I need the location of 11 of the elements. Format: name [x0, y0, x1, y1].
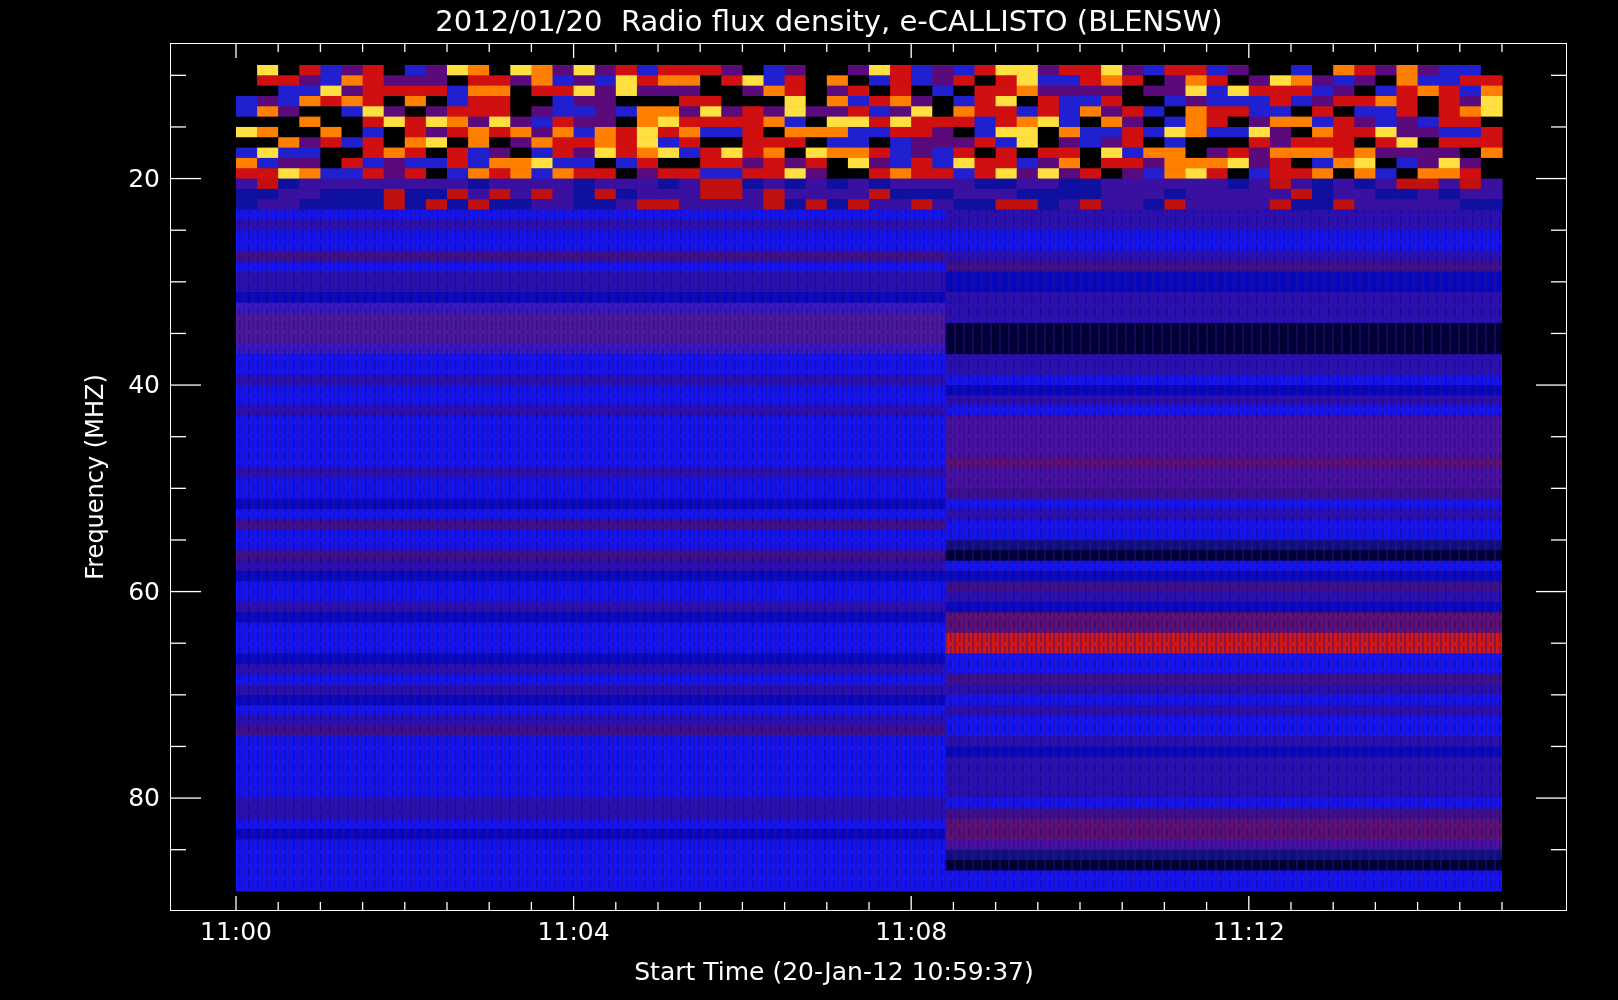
x-axis-label: Start Time (20-Jan-12 10:59:37) [634, 957, 1034, 986]
y-axis-label: Frequency (MHZ) [81, 374, 109, 580]
x-tick-label: 11:08 [875, 917, 948, 946]
chart-title: 2012/01/20 Radio flux density, e-CALLISTO (BLENSW) [435, 3, 1223, 40]
x-tick-label: 11:00 [200, 917, 272, 946]
x-tick-label: 11:12 [1212, 917, 1285, 946]
x-tick-label: 11:04 [537, 917, 610, 946]
y-tick-label: 40 [128, 369, 160, 399]
y-tick-label: 20 [128, 163, 160, 193]
y-tick-label: 80 [128, 782, 160, 812]
y-tick-label: 60 [128, 576, 160, 606]
